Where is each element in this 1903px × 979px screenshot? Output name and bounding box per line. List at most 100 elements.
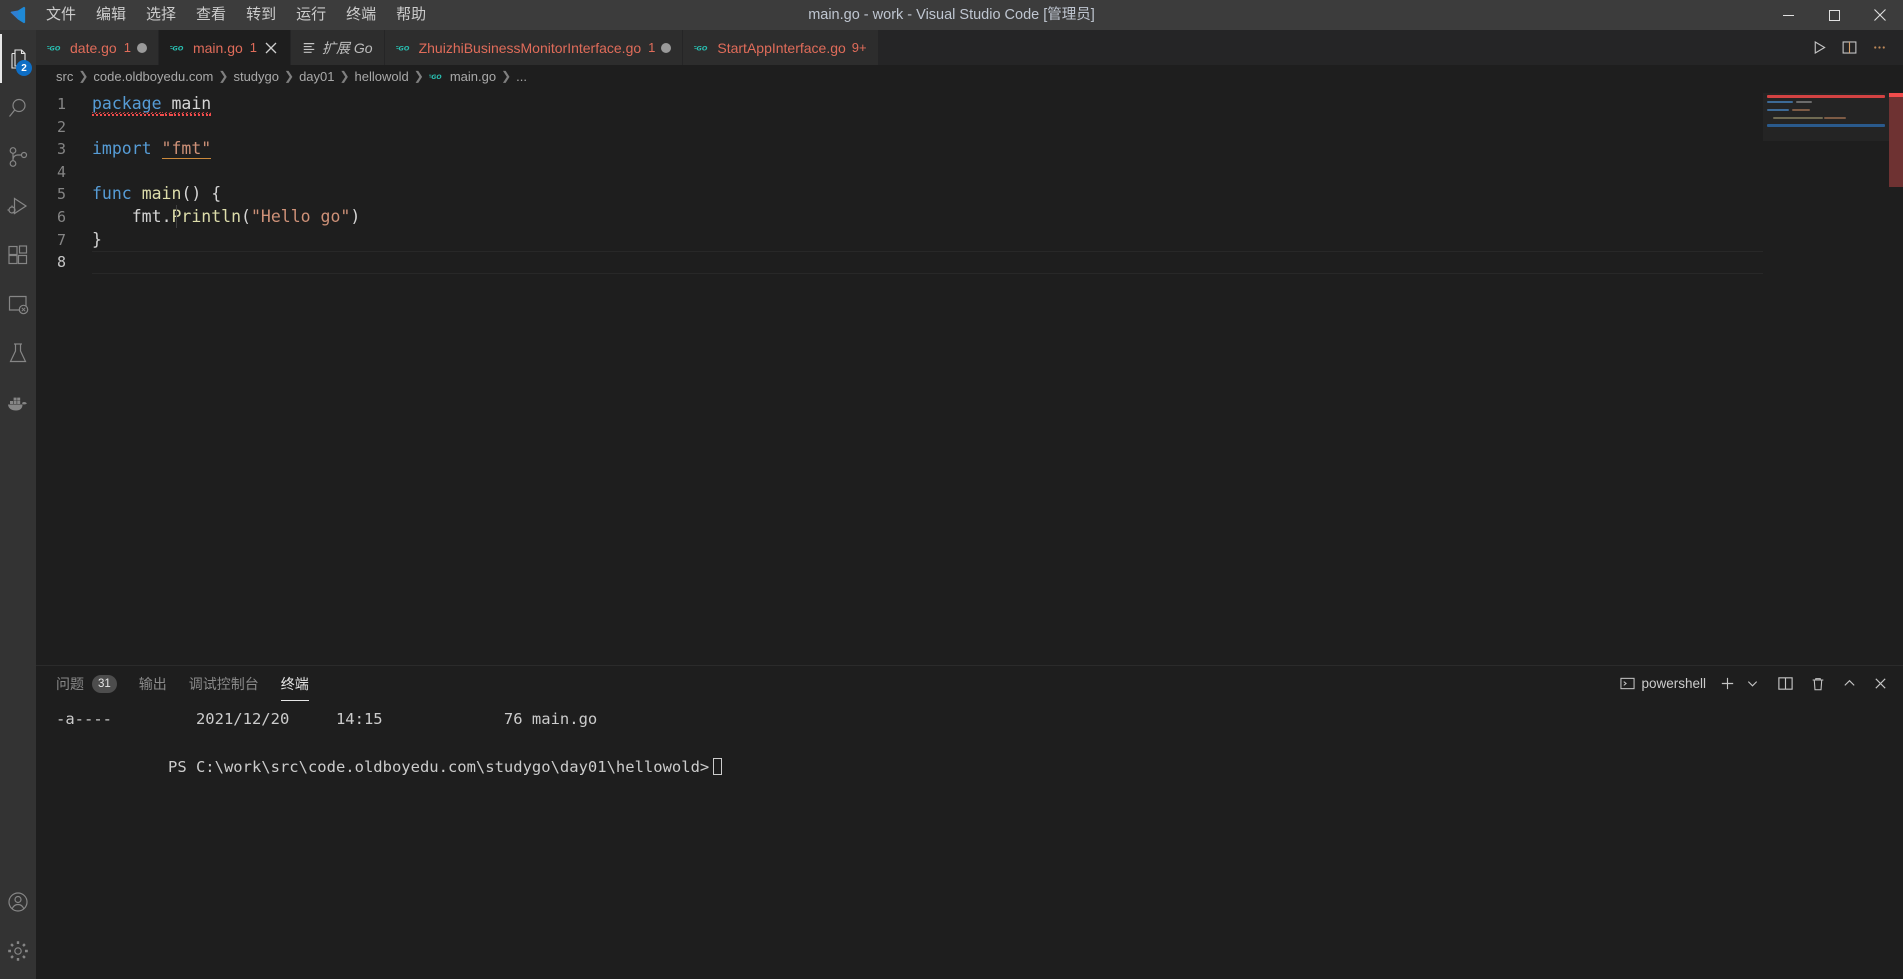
panel-tab-problems[interactable]: 问题 31 — [56, 666, 117, 701]
go-file-icon: GO — [395, 42, 413, 54]
editor-tab-main-go[interactable]: GO main.go 1 — [158, 30, 291, 65]
line-content: import "fmt" — [92, 138, 212, 161]
panel-action-bar: powershell — [1614, 672, 1903, 696]
remote-explorer-icon[interactable] — [0, 279, 36, 328]
account-icon[interactable] — [0, 877, 36, 926]
minimap-line — [1767, 101, 1793, 103]
token-punctuation: ) — [350, 206, 361, 226]
menu-help[interactable]: 帮助 — [386, 0, 436, 30]
new-terminal-button[interactable] — [1716, 672, 1739, 696]
editor-tab-date-go[interactable]: GO date.go 1 — [36, 30, 159, 65]
code-line-3: 3 import "fmt" — [36, 138, 1903, 161]
token-punctuation: ( — [241, 206, 251, 226]
close-icon[interactable] — [1857, 0, 1903, 30]
panel-tab-debug-console[interactable]: 调试控制台 — [189, 666, 259, 701]
token-keyword: package — [92, 94, 162, 116]
collapse-panel-button[interactable] — [1839, 672, 1860, 696]
go-file-icon: GO — [428, 71, 445, 82]
terminal-output[interactable]: -a---- 2021/12/20 14:15 76 main.go PS C:… — [36, 701, 1903, 979]
breadcrumb-item-src[interactable]: src — [56, 69, 73, 84]
terminal-profile-dropdown-icon[interactable] — [1743, 672, 1762, 696]
terminal-name-label: powershell — [1641, 676, 1706, 691]
vscode-window: 文件 编辑 选择 查看 转到 运行 终端 帮助 main.go - work -… — [0, 0, 1903, 979]
go-file-icon: GO — [169, 42, 187, 54]
token-keyword: func — [92, 184, 132, 204]
play-icon[interactable] — [1805, 34, 1833, 62]
line-number: 3 — [56, 140, 66, 159]
svg-text:GO: GO — [398, 44, 409, 52]
line-content: func main() { — [92, 183, 221, 206]
line-content: } — [92, 229, 102, 252]
chevron-right-icon: ❯ — [501, 69, 512, 83]
code-line-6: 6 fmt.Println("Hello go") — [36, 206, 1903, 229]
menu-bar: 文件 编辑 选择 查看 转到 运行 终端 帮助 — [36, 0, 436, 30]
overview-ruler[interactable] — [1889, 87, 1903, 665]
breadcrumb-item-main-go[interactable]: GO main.go — [428, 69, 496, 84]
menu-file[interactable]: 文件 — [36, 0, 86, 30]
menu-run[interactable]: 运行 — [286, 0, 336, 30]
menu-edit[interactable]: 编辑 — [86, 0, 136, 30]
breadcrumb-overflow[interactable]: ... — [516, 69, 527, 84]
source-control-icon[interactable] — [0, 132, 36, 181]
extensions-icon[interactable] — [0, 230, 36, 279]
chevron-right-icon: ❯ — [413, 69, 424, 83]
tab-label: main.go — [192, 39, 243, 56]
tab-dirty-indicator[interactable] — [136, 42, 147, 53]
chevron-right-icon: ❯ — [284, 69, 295, 83]
breadcrumb-item-studygo[interactable]: studygo — [233, 69, 279, 84]
indent-guide — [176, 205, 177, 228]
minimize-icon[interactable] — [1765, 0, 1811, 30]
line-number: 5 — [56, 185, 66, 204]
breadcrumb-item-code-oldboyedu-com[interactable]: code.oldboyedu.com — [93, 69, 213, 84]
line-content: fmt.Println("Hello go") — [92, 206, 361, 229]
split-editor-icon[interactable] — [1835, 34, 1863, 62]
editor-group: GO date.go 1 GO main.go 1 扩展 Go GO Zhuiz… — [36, 30, 1903, 979]
editor-action-bar — [1805, 30, 1903, 65]
menu-go[interactable]: 转到 — [236, 0, 286, 30]
editor-scrollbar-thumb[interactable] — [1889, 97, 1903, 187]
code-editor[interactable]: 1 package main 2 3 import "fmt" 4 5 func… — [36, 87, 1903, 665]
panel-tab-label: 问题 — [56, 675, 84, 692]
tab-dirty-indicator[interactable] — [661, 42, 672, 53]
close-panel-button[interactable] — [1870, 672, 1891, 696]
token-keyword: import — [92, 139, 152, 159]
editor-tab-start-app-interface-go[interactable]: GO StartAppInterface.go 9+ — [683, 30, 879, 65]
tab-close-icon[interactable] — [263, 40, 279, 56]
extension-page-icon — [302, 41, 316, 55]
run-and-debug-icon[interactable] — [0, 181, 36, 230]
split-terminal-button[interactable] — [1774, 672, 1797, 696]
tab-label: date.go — [70, 39, 117, 56]
editor-tab-zhuizhi-business-monitor-interface-go[interactable]: GO ZhuizhiBusinessMonitorInterface.go 1 — [384, 30, 684, 65]
ellipsis-icon[interactable] — [1865, 34, 1893, 62]
editor-tab-extension-go[interactable]: 扩展 Go — [291, 30, 385, 65]
token-identifier: fmt — [131, 206, 162, 226]
line-number: 8 — [56, 253, 66, 272]
terminal-icon — [1620, 676, 1636, 691]
panel-tab-label: 终端 — [280, 675, 309, 692]
search-icon[interactable] — [0, 83, 36, 132]
manage-settings-gear-icon[interactable] — [0, 926, 36, 975]
code-line-1: 1 package main — [36, 93, 1903, 116]
panel-tab-terminal[interactable]: 终端 — [280, 666, 309, 701]
breadcrumb-item-day01[interactable]: day01 — [299, 69, 334, 84]
menu-selection[interactable]: 选择 — [136, 0, 186, 30]
title-bar: 文件 编辑 选择 查看 转到 运行 终端 帮助 main.go - work -… — [0, 0, 1903, 30]
kill-terminal-button[interactable] — [1807, 672, 1829, 696]
menu-terminal[interactable]: 终端 — [336, 0, 386, 30]
chevron-right-icon: ❯ — [339, 69, 350, 83]
bottom-panel: 问题 31 输出 调试控制台 终端 powershell -a---- 2021… — [36, 665, 1903, 979]
terminal-line: -a---- 2021/12/20 14:15 76 main.go — [56, 710, 598, 728]
menu-view[interactable]: 查看 — [186, 0, 236, 30]
window-controls — [1765, 0, 1903, 30]
testing-flask-icon[interactable] — [0, 328, 36, 377]
tab-label: ZhuizhiBusinessMonitorInterface.go — [418, 39, 642, 56]
chevron-right-icon: ❯ — [78, 69, 89, 83]
terminal-profile-selector[interactable]: powershell — [1614, 672, 1712, 696]
breadcrumb-item-hellowold[interactable]: hellowold — [355, 69, 409, 84]
minimap[interactable] — [1763, 87, 1889, 665]
maximize-icon[interactable] — [1811, 0, 1857, 30]
docker-icon[interactable] — [0, 377, 36, 426]
explorer-icon[interactable]: 2 — [0, 34, 36, 83]
panel-tab-output[interactable]: 输出 — [139, 666, 167, 701]
